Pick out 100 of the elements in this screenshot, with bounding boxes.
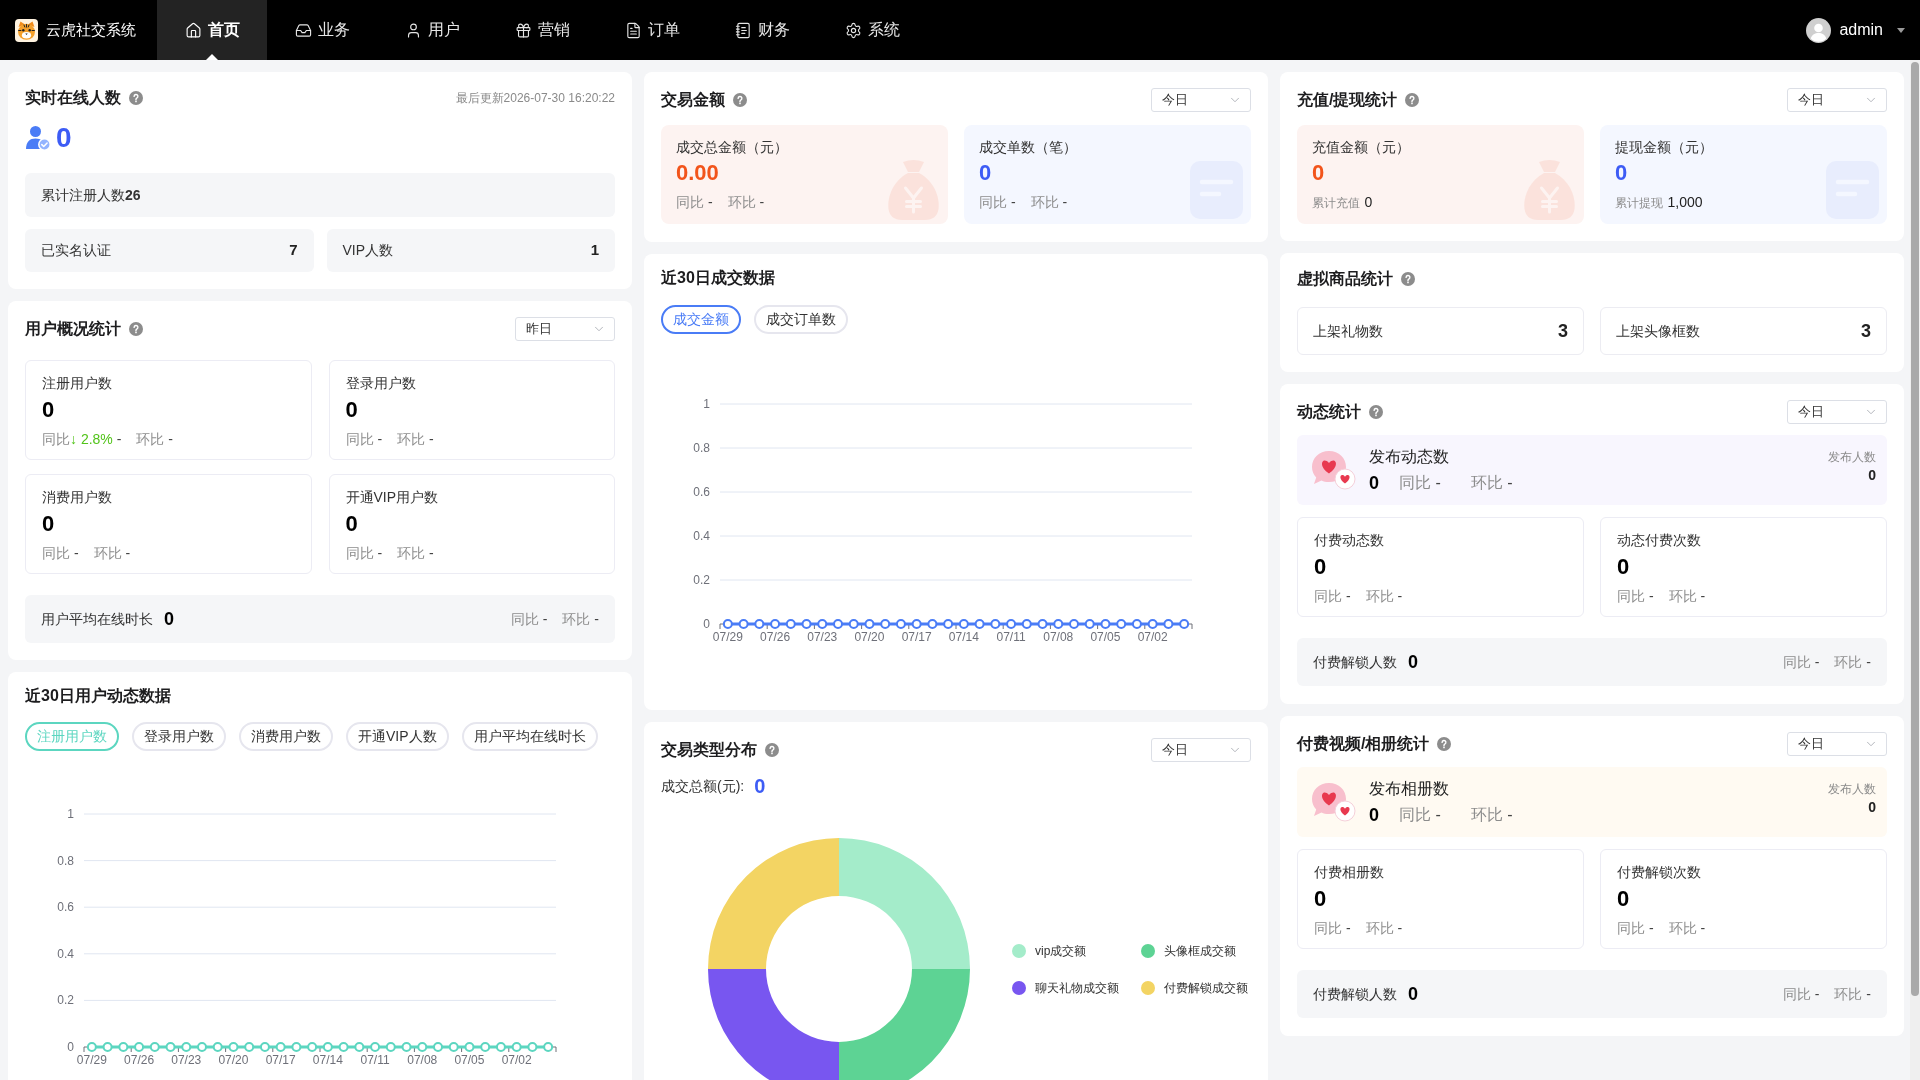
- period-select[interactable]: 昨日: [515, 317, 615, 341]
- period-select[interactable]: 今日: [1787, 400, 1887, 424]
- comparison-stat: 同比 -: [1782, 985, 1820, 1004]
- comparison-stat: 同比 -: [979, 193, 1016, 212]
- x-axis-label: 07/26: [124, 1053, 155, 1067]
- chart-tab[interactable]: 用户平均在线时长: [461, 722, 598, 751]
- summary-label: 成交单数（笔）: [979, 138, 1077, 157]
- avatar-icon: [1806, 17, 1832, 43]
- chart-tab[interactable]: 成交金额: [661, 305, 741, 334]
- x-axis-label: 07/20: [218, 1053, 249, 1067]
- x-axis-label: 07/23: [171, 1053, 202, 1067]
- stat-value: 0: [164, 607, 174, 631]
- legend-label[interactable]: 付费解锁成交额: [1164, 978, 1248, 997]
- data-point: [1147, 619, 1158, 629]
- chart-tab[interactable]: 成交订单数: [754, 305, 848, 334]
- help-icon[interactable]: [1369, 405, 1383, 419]
- comparison-stat: 环比 -: [562, 610, 599, 629]
- nav-tab[interactable]: 首页: [157, 0, 267, 60]
- comparison-stat: 同比 -: [345, 544, 383, 563]
- legend-label[interactable]: 聊天礼物成交额: [1035, 978, 1119, 997]
- data-point: [385, 1042, 396, 1052]
- chart-tab[interactable]: 开通VIP人数: [346, 722, 449, 751]
- comparison-stat: 环比 -: [397, 544, 434, 563]
- chart-tab[interactable]: 登录用户数: [132, 722, 226, 751]
- x-axis-label: 07/02: [501, 1053, 532, 1067]
- data-point: [801, 619, 812, 629]
- summary-value: 0: [1615, 159, 1628, 187]
- data-point: [275, 1042, 286, 1052]
- document-icon: [624, 21, 642, 39]
- metric-label: 付费解锁次数: [1617, 863, 1701, 882]
- publisher-label: 发布人数: [1828, 449, 1876, 466]
- data-point: [134, 1042, 145, 1052]
- data-point: [927, 619, 938, 629]
- app-name: 云虎社交系统: [46, 19, 136, 40]
- pointer-triangle-icon: [206, 54, 218, 60]
- period-select[interactable]: 今日: [1787, 732, 1887, 756]
- settings-icon: [844, 21, 862, 39]
- user-menu[interactable]: admin: [1806, 0, 1905, 60]
- legend-label[interactable]: 头像框成交额: [1164, 941, 1236, 960]
- stat-value: 0: [1408, 650, 1418, 674]
- data-point: [354, 1042, 365, 1052]
- y-axis-label: 0.2: [693, 573, 710, 587]
- last-updated-time: 最后更新2026-07-30 16:20:22: [455, 90, 615, 107]
- nav-tab[interactable]: 订单: [597, 0, 707, 60]
- data-point: [974, 619, 985, 629]
- x-axis-label: 07/05: [1090, 630, 1121, 644]
- data-point: [958, 619, 969, 629]
- data-point: [527, 1042, 538, 1052]
- legend-label[interactable]: vip成交额: [1035, 941, 1087, 960]
- y-axis-label: 0.4: [693, 529, 710, 543]
- period-select[interactable]: 今日: [1787, 88, 1887, 112]
- data-point: [228, 1042, 239, 1052]
- data-point: [401, 1042, 412, 1052]
- legend-dot-icon[interactable]: [1012, 943, 1026, 958]
- help-icon[interactable]: [733, 93, 747, 107]
- help-icon[interactable]: [1405, 93, 1420, 107]
- nav-tab[interactable]: 业务: [267, 0, 377, 60]
- period-select[interactable]: 今日: [1151, 738, 1251, 762]
- gift-icon: [514, 21, 532, 39]
- y-axis-label: 0.6: [693, 485, 710, 499]
- data-point: [880, 619, 891, 629]
- highlight-label: 发布动态数: [1369, 446, 1449, 467]
- data-point: [322, 1042, 333, 1052]
- help-icon[interactable]: [765, 743, 779, 757]
- chart-tab[interactable]: 消费用户数: [239, 722, 333, 751]
- help-icon[interactable]: [1437, 737, 1452, 751]
- x-axis-label: 07/08: [1043, 630, 1074, 644]
- legend-dot-icon[interactable]: [1141, 980, 1155, 995]
- comparison-stat: 同比 -: [676, 193, 713, 212]
- x-axis-label: 07/23: [807, 630, 838, 644]
- card-title: 近30日用户动态数据: [25, 686, 171, 706]
- data-point: [417, 1042, 428, 1052]
- nav-tab[interactable]: 财务: [707, 0, 817, 60]
- total-stat: 累计充值 0: [1312, 193, 1373, 212]
- y-axis-label: 0.4: [57, 946, 74, 961]
- help-icon[interactable]: [129, 91, 143, 105]
- scrollbar-thumb[interactable]: [1911, 62, 1919, 996]
- data-point: [738, 619, 749, 629]
- donut-slice[interactable]: [708, 969, 839, 1080]
- user-check-icon: [25, 125, 51, 151]
- data-point: [1100, 619, 1111, 629]
- comparison-stat: 环比 -: [1668, 587, 1706, 606]
- comparison-stat: 同比 -: [1399, 472, 1441, 493]
- help-icon[interactable]: [129, 322, 143, 336]
- heart-chat-icon: [1309, 781, 1359, 823]
- metric-label: 消费用户数: [42, 488, 112, 507]
- data-point: [291, 1042, 302, 1052]
- comparison-stat: 环比 -: [727, 193, 765, 212]
- x-axis-label: 07/20: [854, 630, 885, 644]
- nav-tab[interactable]: 用户: [377, 0, 487, 60]
- nav-tab[interactable]: 营销: [487, 0, 597, 60]
- help-icon[interactable]: [1401, 272, 1415, 286]
- legend-dot-icon[interactable]: [1012, 980, 1026, 995]
- stat-label: VIP人数: [342, 241, 394, 260]
- legend-dot-icon[interactable]: [1141, 943, 1155, 958]
- nav-tab[interactable]: 系统: [817, 0, 927, 60]
- comparison-stat: 环比 -: [1668, 919, 1706, 938]
- data-point: [990, 619, 1001, 629]
- data-point: [722, 619, 733, 629]
- period-select[interactable]: 今日: [1151, 88, 1251, 112]
